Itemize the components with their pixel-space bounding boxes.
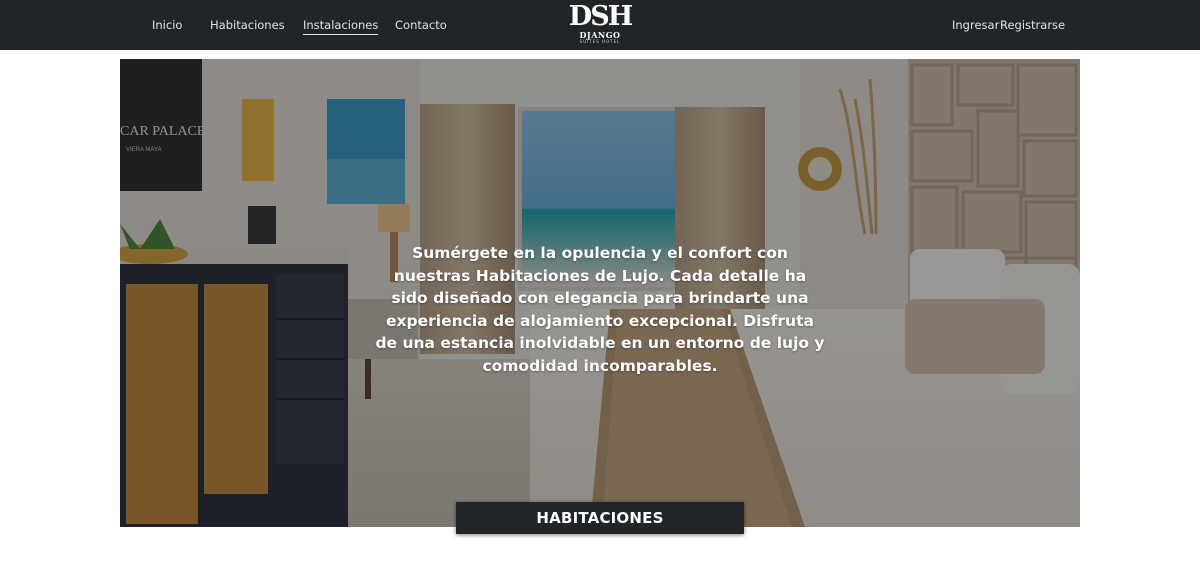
brand-mark: DSH: [568, 1, 633, 32]
nav-link-instalaciones[interactable]: Instalaciones: [303, 17, 379, 35]
habitaciones-button[interactable]: HABITACIONES: [456, 502, 744, 534]
brand-logo[interactable]: DSH DJANGO SUITES HOTEL: [566, 2, 634, 48]
nav-link-contacto[interactable]: Contacto: [395, 17, 447, 33]
brand-name: DJANGO: [579, 30, 621, 40]
hero-banner: CAR PALACE VIERA MAYA Sumérgete en la op…: [120, 59, 1080, 527]
login-link[interactable]: Ingresar: [952, 17, 999, 33]
hero-description: Sumérgete en la opulencia y el confort c…: [375, 244, 825, 375]
nav-link-inicio[interactable]: Inicio: [152, 17, 182, 33]
navbar: Inicio Habitaciones Instalaciones Contac…: [0, 0, 1200, 50]
nav-link-habitaciones[interactable]: Habitaciones: [210, 17, 285, 33]
register-link[interactable]: Registrarse: [1000, 17, 1065, 33]
brand-subtitle: SUITES HOTEL: [579, 39, 621, 44]
